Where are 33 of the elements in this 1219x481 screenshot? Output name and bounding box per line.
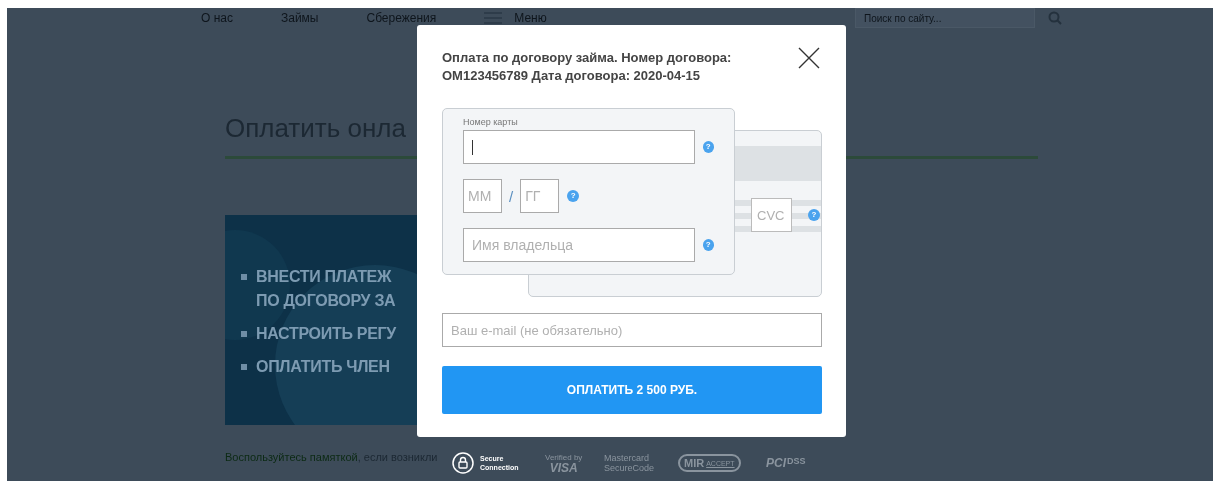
menu-link[interactable]: Меню bbox=[514, 11, 547, 25]
banner-text: ПО ДОГОВОРУ ЗА bbox=[256, 292, 396, 310]
help-icon[interactable]: ? bbox=[702, 239, 714, 251]
close-icon[interactable] bbox=[798, 47, 820, 69]
bullet-icon bbox=[241, 364, 247, 370]
banner-text: НАСТРОИТЬ РЕГУ bbox=[256, 325, 396, 343]
holder-name-field[interactable]: Имя владельца bbox=[463, 228, 695, 262]
help-icon[interactable]: ? bbox=[702, 141, 714, 153]
date-separator: / bbox=[509, 187, 514, 205]
visa-logo: Verified by VISA bbox=[545, 452, 583, 474]
email-field[interactable]: Ваш e-mail (не обязательно) bbox=[442, 313, 822, 347]
bullet-icon bbox=[241, 331, 247, 337]
nav-link[interactable]: Займы bbox=[280, 11, 319, 25]
banner-text: ВНЕСТИ ПЛАТЕЖ bbox=[256, 268, 392, 286]
help-icon[interactable]: ? bbox=[808, 209, 820, 221]
search-icon[interactable] bbox=[1048, 11, 1062, 25]
help-icon[interactable]: ? bbox=[567, 190, 580, 202]
field-label: Номер карты bbox=[463, 117, 519, 129]
nav-link[interactable]: О нас bbox=[201, 11, 233, 25]
lock-icon bbox=[452, 452, 474, 474]
month-field[interactable]: ММ bbox=[463, 179, 502, 213]
banner-text: ОПЛАТИТЬ ЧЛЕН bbox=[256, 358, 390, 376]
search-field[interactable]: Поиск по сайту... bbox=[855, 8, 1035, 28]
nav-link[interactable]: Сбережения bbox=[366, 11, 437, 25]
cvc-field[interactable]: CVC bbox=[751, 198, 792, 232]
year-field[interactable]: ГГ bbox=[520, 179, 560, 213]
dialog-title: Оплата по договору займа. Номер договора: ОМ123456789 Дата договора: 2020-04-15 bbox=[442, 49, 733, 85]
pay-button[interactable]: ОПЛАТИТЬ 2 500 РУБ. bbox=[442, 366, 822, 414]
menu-icon[interactable] bbox=[484, 12, 503, 24]
mastercard-logo: Mastercard SecureCode bbox=[604, 453, 655, 473]
bullet-icon bbox=[241, 274, 247, 280]
card-number-field[interactable] bbox=[463, 130, 695, 164]
memo-link[interactable]: Воспользуйтесь памяткой bbox=[225, 451, 358, 463]
